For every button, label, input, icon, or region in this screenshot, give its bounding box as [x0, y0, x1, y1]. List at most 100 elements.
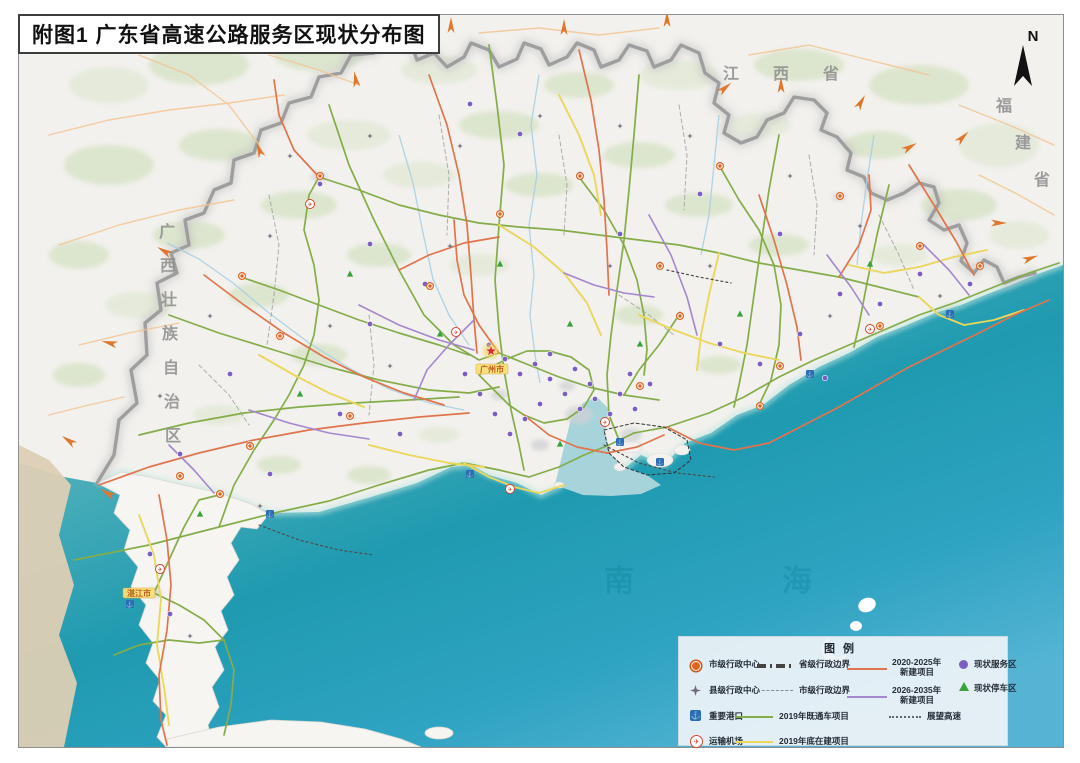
hill-shading: [869, 65, 969, 105]
city-label-text: 广州市: [480, 364, 504, 374]
city-center-marker-core: [878, 324, 881, 327]
service-area-marker: [577, 406, 582, 411]
legend-new-2020-2025-line1: 2020-2025年: [892, 657, 941, 667]
open-2019-swatch: [735, 716, 773, 718]
airport-plane-glyph: ✈: [307, 201, 312, 208]
title-box: 附图1 广东省高速公路服务区现状分布图: [18, 14, 440, 54]
city-center-marker-core: [218, 492, 221, 495]
page-title: 附图1 广东省高速公路服务区现状分布图: [32, 19, 426, 49]
service-area-marker: [317, 181, 322, 186]
legend-city-center: 市级行政中心: [709, 660, 760, 670]
figure-page: ⚓⚓⚓⚓⚓⚓⚓✈✈✈✈✈✈ 广西壮族自治区江西省福建省南海广州市湛江市 附图1 …: [0, 0, 1080, 763]
service-area-marker: [877, 301, 882, 306]
legend-new-2020-2025-line2: 新建项目: [900, 667, 934, 677]
service-area-marker: [522, 416, 527, 421]
province-label-char: 省: [1033, 170, 1050, 189]
service-area-marker: [177, 451, 182, 456]
north-arrow: N: [1013, 28, 1053, 87]
service-area-marker: [547, 376, 552, 381]
service-area-marker: [967, 281, 972, 286]
city-center-icon: [691, 661, 701, 671]
service-area-marker: [562, 391, 567, 396]
province-label-char: 治: [164, 392, 180, 411]
city-center-marker-core: [498, 212, 501, 215]
port-anchor-glyph: ⚓: [126, 601, 133, 609]
hill-shading: [419, 427, 459, 443]
service-area-marker: [627, 371, 632, 376]
service-area-icon: [959, 660, 968, 669]
legend: 图例 市级行政中心 县级行政中心 ⚓ 重要港口 ✈ 运输机场 省级行政边界 市级…: [678, 636, 1008, 746]
city-center-marker-core: [778, 364, 781, 367]
hill-shading: [544, 72, 614, 98]
city-center-marker-core: [638, 384, 641, 387]
airport-plane-glyph: ✈: [157, 566, 162, 573]
service-area-marker: [537, 401, 542, 406]
legend-new-2026-2035-line1: 2026-2035年: [892, 685, 941, 695]
urban-area: [559, 381, 575, 391]
service-area-marker: [507, 431, 512, 436]
airport-plane-glyph: ✈: [453, 329, 458, 336]
service-area-marker: [367, 241, 372, 246]
hill-shading: [53, 363, 105, 387]
service-area-marker: [717, 341, 722, 346]
guangxi-coast: [19, 445, 77, 747]
port-anchor-glyph: ⚓: [946, 311, 953, 319]
service-area-marker: [617, 391, 622, 396]
service-area-marker: [777, 231, 782, 236]
province-label-char: 族: [162, 324, 179, 343]
outlook-swatch: [889, 716, 921, 718]
airport-plane-glyph: ✈: [602, 419, 607, 426]
province-label-char: 西: [773, 65, 789, 83]
sea-label-char: 南: [604, 565, 634, 598]
build-2019-swatch: [735, 741, 773, 743]
hill-shading: [749, 234, 809, 256]
service-area-marker: [267, 471, 272, 476]
city-center-marker-core: [428, 284, 431, 287]
hill-shading: [64, 145, 154, 185]
port-anchor-glyph: ⚓: [656, 459, 663, 467]
legend-service-area: 现状服务区: [974, 660, 1017, 670]
city-center-marker-core: [278, 334, 281, 337]
service-area-marker: [647, 381, 652, 386]
airport-plane-glyph: ✈: [507, 486, 512, 493]
legend-outlook: 展望高速: [927, 712, 961, 722]
legend-county-center: 县级行政中心: [709, 686, 760, 696]
service-area-marker: [462, 371, 467, 376]
city-center-marker-core: [248, 444, 251, 447]
hill-shading: [49, 241, 109, 269]
hill-shading: [261, 191, 337, 219]
service-area-marker: [517, 371, 522, 376]
provincial-boundary-swatch: [757, 664, 793, 668]
province-label-char: 省: [822, 64, 839, 83]
service-area-marker: [517, 131, 522, 136]
hill-shading: [307, 120, 391, 150]
legend-parking-area: 现状停车区: [974, 684, 1017, 694]
service-area-marker: [337, 411, 342, 416]
urban-area: [531, 439, 549, 451]
city-center-marker-core: [178, 474, 181, 477]
service-area-marker: [502, 356, 507, 361]
city-center-marker-core: [348, 414, 351, 417]
province-label-char: 壮: [161, 290, 177, 309]
north-arrow-icon: [1013, 45, 1033, 87]
service-area-marker: [592, 396, 597, 401]
hill-shading: [69, 67, 149, 103]
province-label-char: 西: [160, 257, 176, 275]
legend-prov-boundary: 省级行政边界: [799, 660, 850, 670]
hill-shading: [697, 356, 741, 374]
hill-shading: [257, 456, 301, 474]
city-center-marker-core: [240, 274, 243, 277]
service-area-marker: [837, 291, 842, 296]
hill-shading: [347, 466, 391, 484]
service-area-marker: [367, 321, 372, 326]
legend-muni-boundary: 市级行政边界: [799, 686, 850, 696]
service-area-marker: [492, 411, 497, 416]
sea-label-char: 海: [782, 565, 812, 598]
province-label-char: 江: [723, 65, 739, 83]
new-2020-2025-swatch: [847, 668, 887, 670]
city-center-marker-core: [658, 264, 661, 267]
hill-shading: [989, 221, 1049, 249]
province-label-char: 广: [159, 222, 175, 241]
service-area-marker: [147, 551, 152, 556]
city-center-marker-core: [918, 244, 921, 247]
